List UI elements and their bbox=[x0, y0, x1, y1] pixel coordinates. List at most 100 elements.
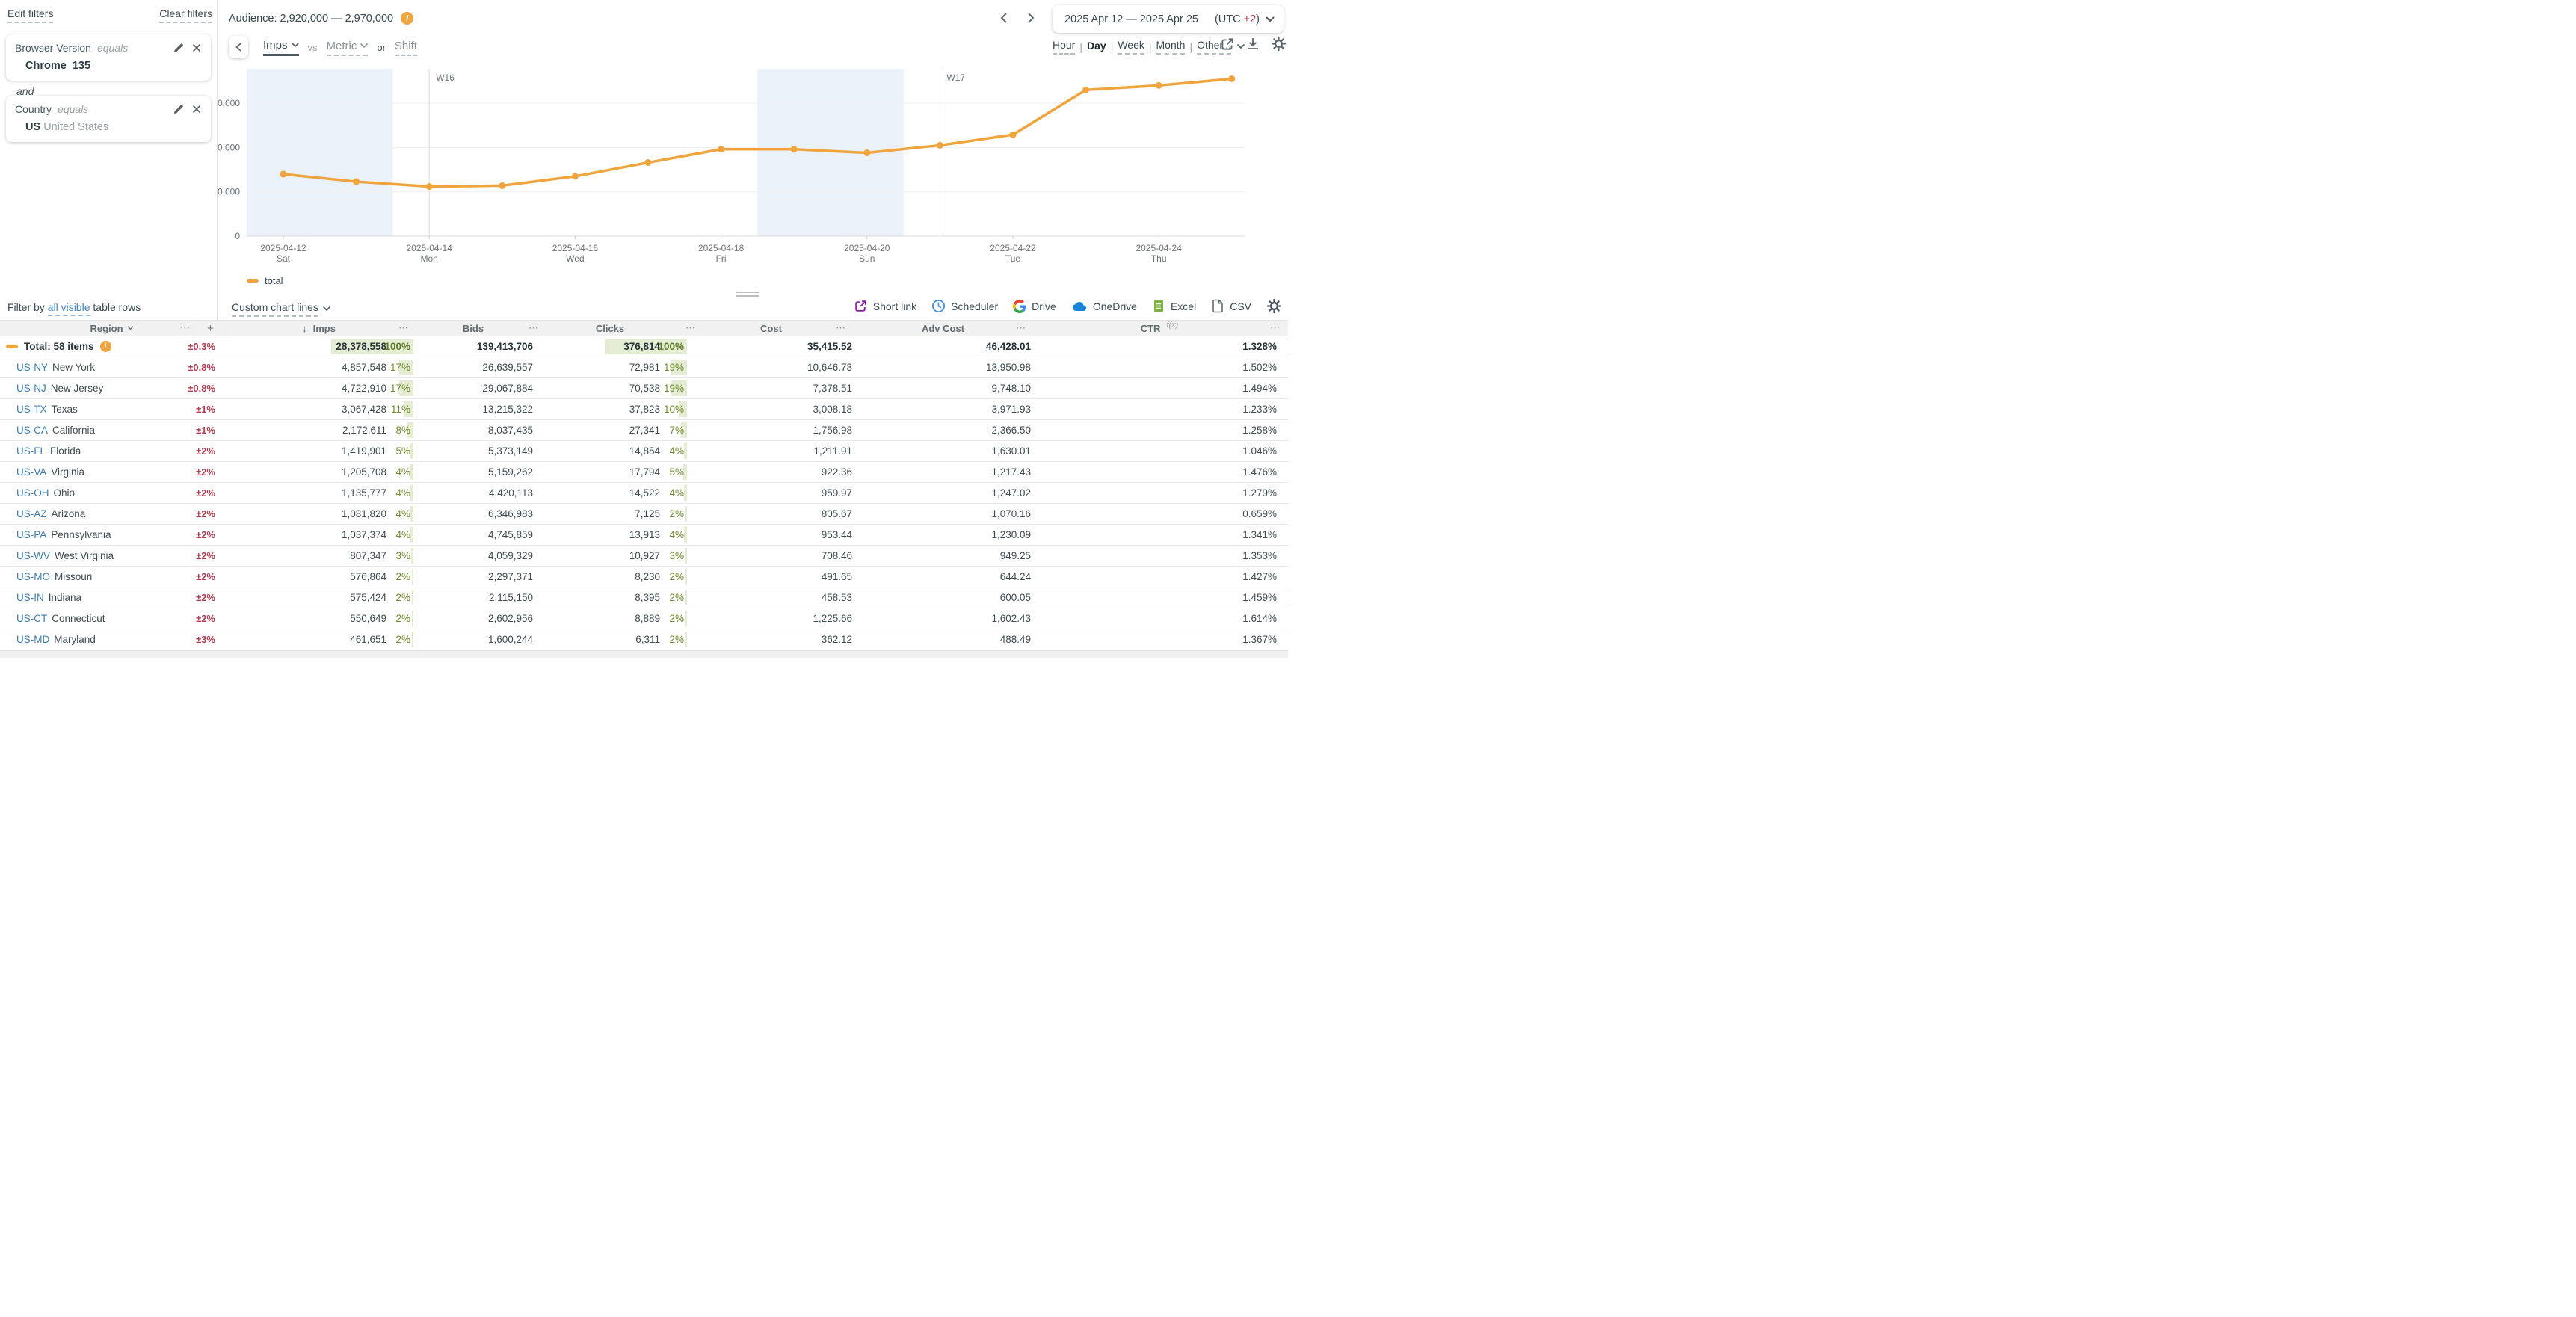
scheduler-button[interactable]: Scheduler bbox=[931, 299, 998, 313]
table-row[interactable]: US-NJ New Jersey ±0.8% 4,722,910 17% 29,… bbox=[0, 378, 1288, 399]
date-range-picker[interactable]: 2025 Apr 12 — 2025 Apr 25 (UTC +2) bbox=[1053, 5, 1284, 33]
imps-column-menu-icon[interactable]: ⋯ bbox=[398, 322, 409, 334]
region-code-link[interactable]: US-OH bbox=[16, 487, 49, 499]
remove-filter-icon[interactable] bbox=[191, 43, 202, 53]
table-row[interactable]: US-FL Florida ±2% 1,419,901 5% 5,373,149… bbox=[0, 441, 1288, 462]
ctr-value: 1.614% bbox=[1031, 608, 1288, 629]
imps-pct-value: 4% bbox=[386, 462, 413, 482]
total-info-icon[interactable]: i bbox=[100, 341, 111, 352]
table-row[interactable]: US-IN Indiana ±2% 575,424 2% 2,115,150 8… bbox=[0, 587, 1288, 608]
table-row[interactable]: US-MD Maryland ±3% 461,651 2% 1,600,244 … bbox=[0, 629, 1288, 650]
region-code-link[interactable]: US-TX bbox=[16, 404, 47, 415]
region-code-link[interactable]: US-IN bbox=[16, 592, 44, 603]
regions-table: Region ⋯ + ↓Imps ⋯ Bids ⋯ Clicks ⋯ Cost … bbox=[0, 320, 1288, 650]
column-header-adv-cost[interactable]: Adv Cost ⋯ bbox=[855, 321, 1031, 336]
imps-pct-value: 2% bbox=[386, 629, 413, 650]
error-margin-value: ±1% bbox=[196, 420, 215, 440]
clicks-pct-value: 2% bbox=[660, 629, 687, 650]
region-code-link[interactable]: US-NJ bbox=[16, 383, 46, 394]
audience-info-icon[interactable]: i bbox=[401, 12, 413, 25]
edit-pencil-icon[interactable] bbox=[173, 43, 184, 54]
ctr-column-menu-icon[interactable]: ⋯ bbox=[1270, 322, 1281, 334]
table-row[interactable]: US-MO Missouri ±2% 576,864 2% 2,297,371 … bbox=[0, 567, 1288, 587]
granularity-week[interactable]: Week bbox=[1118, 39, 1144, 55]
region-code-link[interactable]: US-WV bbox=[16, 550, 50, 561]
table-row[interactable]: US-CT Connecticut ±2% 550,649 2% 2,602,9… bbox=[0, 608, 1288, 629]
region-column-menu-icon[interactable]: ⋯ bbox=[180, 322, 191, 334]
table-row-total[interactable]: Total: 58 items i ±0.3% 28,378,558 100% … bbox=[0, 336, 1288, 357]
column-header-imps[interactable]: ↓Imps ⋯ bbox=[224, 321, 413, 336]
region-code-link[interactable]: US-VA bbox=[16, 466, 46, 478]
granularity-hour[interactable]: Hour bbox=[1053, 39, 1075, 55]
collapse-chart-panel-button[interactable] bbox=[229, 36, 248, 58]
column-header-bids[interactable]: Bids ⋯ bbox=[413, 321, 533, 336]
download-icon[interactable] bbox=[1245, 37, 1260, 52]
chart-settings-gear-icon[interactable] bbox=[1271, 36, 1287, 52]
cost-value: 1,211.91 bbox=[687, 441, 855, 461]
short-link-button[interactable]: Short link bbox=[854, 299, 916, 313]
column-header-ctr[interactable]: CTRf(x) ⋯ bbox=[1031, 321, 1288, 336]
formula-indicator: f(x) bbox=[1166, 321, 1178, 330]
open-in-new-icon[interactable] bbox=[1220, 37, 1235, 52]
onedrive-button[interactable]: OneDrive bbox=[1071, 300, 1137, 313]
add-column-button[interactable]: + bbox=[197, 321, 224, 336]
all-visible-link[interactable]: all visible bbox=[48, 301, 90, 316]
region-code-link[interactable]: US-AZ bbox=[16, 508, 47, 519]
cost-value: 922.36 bbox=[687, 462, 855, 482]
filter-card-country[interactable]: Country equals US United States bbox=[6, 96, 211, 142]
clicks-pct-value: 2% bbox=[660, 567, 687, 587]
table-row[interactable]: US-TX Texas ±1% 3,067,428 11% 13,215,322… bbox=[0, 399, 1288, 420]
region-code-link[interactable]: US-PA bbox=[16, 529, 46, 540]
table-row[interactable]: US-VA Virginia ±2% 1,205,708 4% 5,159,26… bbox=[0, 462, 1288, 483]
region-code-link[interactable]: US-CT bbox=[16, 613, 47, 624]
shift-selector[interactable]: Shift bbox=[395, 40, 417, 56]
table-row[interactable]: US-CA California ±1% 2,172,611 8% 8,037,… bbox=[0, 420, 1288, 441]
region-name: Connecticut bbox=[52, 613, 105, 624]
error-margin-value: ±3% bbox=[196, 629, 215, 650]
date-prev-icon[interactable] bbox=[999, 12, 1009, 24]
granularity-day[interactable]: Day bbox=[1087, 40, 1106, 54]
filter-card-browser-version[interactable]: Browser Version equals Chrome_135 bbox=[6, 34, 211, 81]
adv-cost-column-menu-icon[interactable]: ⋯ bbox=[1016, 322, 1026, 334]
edit-filters-link[interactable]: Edit filters bbox=[7, 7, 53, 23]
remove-filter-icon[interactable] bbox=[191, 104, 202, 114]
date-next-icon[interactable] bbox=[1026, 12, 1036, 24]
region-code-link[interactable]: US-MO bbox=[16, 571, 50, 582]
error-margin-value: ±0.8% bbox=[188, 378, 215, 398]
chart-legend: total bbox=[247, 275, 283, 286]
column-header-cost[interactable]: Cost ⋯ bbox=[687, 321, 855, 336]
adv-cost-value: 1,630.01 bbox=[855, 441, 1031, 461]
chart-resize-handle[interactable] bbox=[736, 292, 759, 297]
csv-export-button[interactable]: CSV bbox=[1211, 299, 1251, 313]
region-cell: US-VA Virginia ±2% bbox=[0, 462, 224, 482]
metric-selector-imps[interactable]: Imps bbox=[263, 39, 299, 56]
google-drive-button[interactable]: Drive bbox=[1013, 300, 1056, 313]
column-header-region[interactable]: Region ⋯ + bbox=[0, 321, 224, 336]
region-name: West Virginia bbox=[55, 550, 114, 561]
column-header-clicks[interactable]: Clicks ⋯ bbox=[533, 321, 687, 336]
table-row[interactable]: US-NY New York ±0.8% 4,857,548 17% 26,63… bbox=[0, 357, 1288, 378]
adv-cost-value: 13,950.98 bbox=[855, 357, 1031, 377]
region-name: New York bbox=[52, 362, 95, 373]
cost-column-menu-icon[interactable]: ⋯ bbox=[836, 322, 846, 334]
clicks-value: 6,311 bbox=[533, 629, 660, 650]
region-code-link[interactable]: US-FL bbox=[16, 445, 46, 457]
region-code-link[interactable]: US-CA bbox=[16, 425, 48, 436]
region-code-link[interactable]: US-MD bbox=[16, 634, 49, 645]
table-row[interactable]: US-AZ Arizona ±2% 1,081,820 4% 6,346,983… bbox=[0, 504, 1288, 525]
imps-value: 1,419,901 bbox=[224, 441, 386, 461]
granularity-month[interactable]: Month bbox=[1156, 39, 1186, 55]
edit-pencil-icon[interactable] bbox=[173, 104, 184, 115]
imps-pct-value: 4% bbox=[386, 504, 413, 524]
compare-metric-selector[interactable]: Metric bbox=[327, 40, 369, 56]
table-row[interactable]: US-WV West Virginia ±2% 807,347 3% 4,059… bbox=[0, 546, 1288, 567]
region-code-link[interactable]: US-NY bbox=[16, 362, 48, 373]
clear-filters-link[interactable]: Clear filters bbox=[159, 7, 212, 23]
excel-export-button[interactable]: Excel bbox=[1152, 299, 1196, 313]
table-row[interactable]: US-OH Ohio ±2% 1,135,777 4% 4,420,113 14… bbox=[0, 483, 1288, 504]
custom-chart-lines-selector[interactable]: Custom chart lines bbox=[232, 301, 330, 317]
bids-value: 4,420,113 bbox=[413, 483, 533, 503]
traffic-chart[interactable]: 01,000,0002,000,0003,000,000W16W172025-0… bbox=[218, 63, 1288, 274]
table-settings-gear-icon[interactable] bbox=[1266, 298, 1282, 314]
table-row[interactable]: US-PA Pennsylvania ±2% 1,037,374 4% 4,74… bbox=[0, 525, 1288, 546]
